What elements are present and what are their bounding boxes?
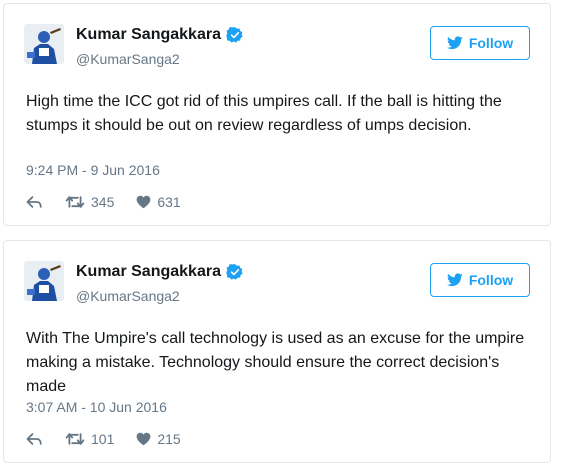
retweet-icon [65,196,85,208]
author-name[interactable]: Kumar Sangakkara [76,263,221,281]
tweet-text: With The Umpire's call technology is use… [26,330,525,395]
like-button[interactable]: 215 [136,431,181,447]
heart-icon [136,432,151,446]
author-name[interactable]: Kumar Sangakkara [76,26,221,44]
avatar[interactable] [24,261,64,301]
twitter-bird-icon [446,36,463,50]
avatar-image [24,261,64,301]
author-handle[interactable]: @KumarSanga2 [76,288,180,304]
tweet-actions: 345 631 [26,194,203,210]
tweet-timestamp[interactable]: 3:07 AM - 10 Jun 2016 [26,399,167,415]
tweet-timestamp[interactable]: 9:24 PM - 9 Jun 2016 [26,162,160,178]
tweet-card: Kumar Sangakkara @KumarSanga2 Follow Wit… [3,240,551,463]
heart-icon [136,195,151,209]
follow-label: Follow [468,35,514,51]
tweet-actions: 101 215 [26,431,203,447]
avatar[interactable] [24,24,64,64]
like-count: 215 [157,431,181,447]
retweet-icon [65,433,85,445]
retweet-count: 101 [91,431,115,447]
retweet-button[interactable]: 101 [65,431,114,447]
follow-button[interactable]: Follow [430,263,530,297]
twitter-bird-icon [446,273,463,287]
like-count: 631 [157,194,181,210]
verified-badge-icon [226,264,243,280]
author-handle[interactable]: @KumarSanga2 [76,51,180,67]
retweet-button[interactable]: 345 [65,194,114,210]
reply-button[interactable] [26,195,43,209]
like-button[interactable]: 631 [136,194,181,210]
reply-button[interactable] [26,432,43,446]
tweet-text: High time the ICC got rid of this umpire… [26,93,502,134]
follow-button[interactable]: Follow [430,26,530,60]
follow-label: Follow [468,272,514,288]
retweet-count: 345 [91,194,115,210]
tweet-card: Kumar Sangakkara @KumarSanga2 Follow Hig… [3,3,551,226]
avatar-image [24,24,64,64]
reply-icon [26,433,42,445]
reply-icon [26,196,42,208]
verified-badge-icon [226,27,243,43]
